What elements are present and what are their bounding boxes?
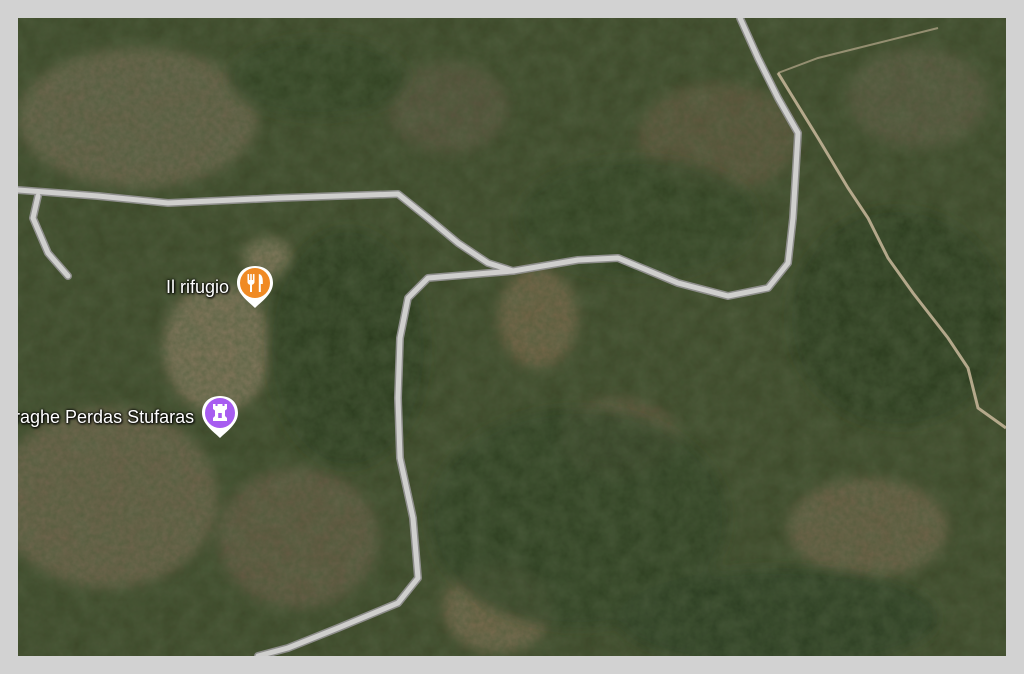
poi-label: raghe Perdas Stufaras — [18, 406, 195, 427]
poi-restaurant[interactable]: Il rifugio — [166, 264, 275, 310]
fork-knife-icon[interactable] — [235, 264, 275, 310]
satellite-imagery[interactable] — [18, 18, 1006, 656]
castle-tower-icon[interactable] — [200, 394, 240, 440]
poi-label: Il rifugio — [166, 276, 230, 297]
poi-landmark[interactable]: raghe Perdas Stufaras — [18, 394, 240, 440]
map-viewport[interactable]: Il rifugio raghe Perdas Stufaras — [18, 18, 1006, 656]
